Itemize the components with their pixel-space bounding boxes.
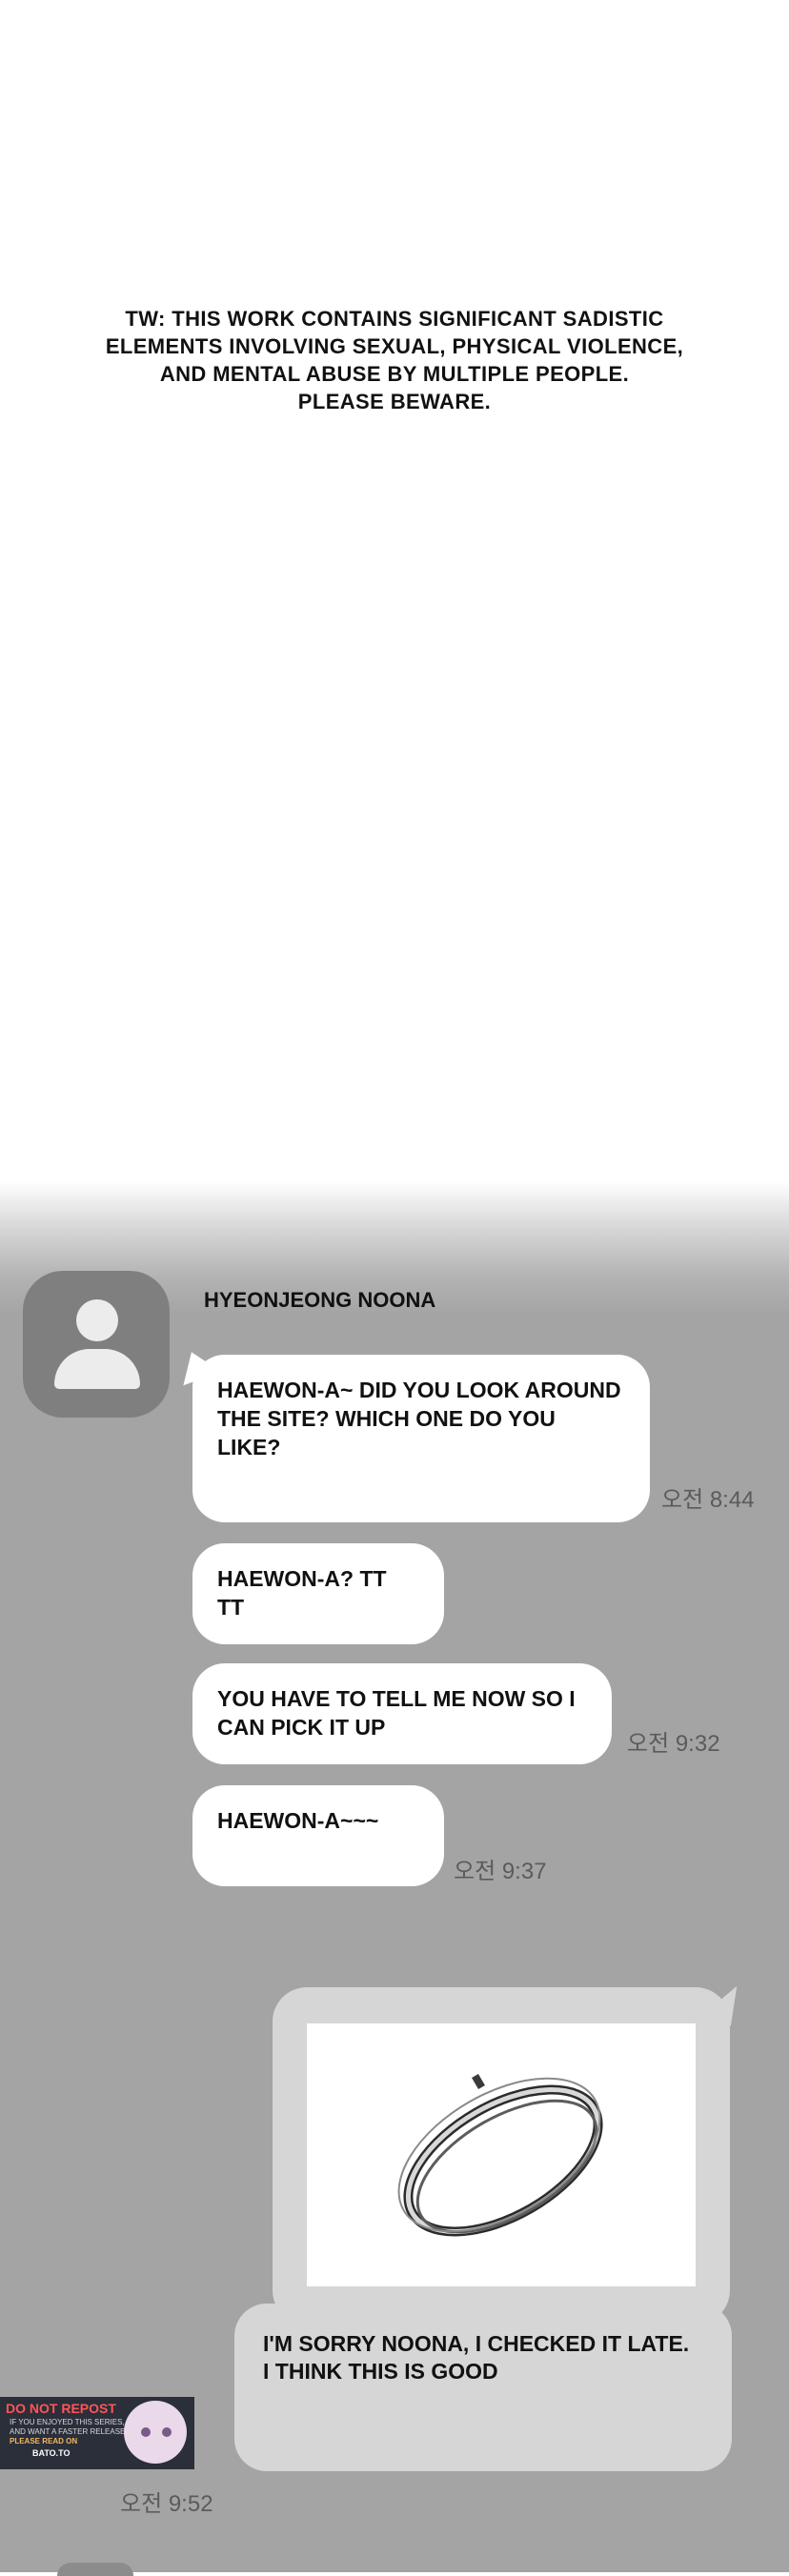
avatar [23,1271,170,1418]
bracelet-icon [397,2073,603,2237]
user-icon-body [54,1349,140,1389]
message-line: I THINK THIS IS GOOD [263,2359,498,2384]
warning-line: PLEASE BEWARE. [297,390,492,413]
do-not-repost-banner[interactable]: DO NOT REPOST IF YOU ENJOYED THIS SERIES… [0,2397,194,2469]
message-line: I'M SORRY NOONA, I CHECKED IT LATE. [263,2331,690,2356]
next-avatar-edge [57,2563,133,2576]
message-line: HAEWON-A? TT TT [217,1566,387,1620]
message-bubble: HAEWON-A? TT TT [192,1543,444,1644]
banner-site: BATO.TO [32,2448,71,2458]
webtoon-page: TW: THIS WORK CONTAINS SIGNIFICANT SADIS… [0,0,789,2576]
message-line: YOU HAVE TO TELL ME NOW SO I [217,1686,576,1711]
message-line: LIKE? [217,1435,281,1459]
reply-bubble: I'M SORRY NOONA, I CHECKED IT LATE. I TH… [234,2304,732,2471]
user-icon-head [76,1299,118,1341]
message-bubble: HAEWON-A~~~ [192,1785,444,1886]
eye-icon [141,2427,151,2437]
message-line: CAN PICK IT UP [217,1715,386,1740]
message-timestamp: 오전 8:44 [661,1487,755,1513]
character-art-icon [124,2401,187,2464]
message-timestamp: 오전 9:32 [627,1731,720,1757]
warning-line: ELEMENTS INVOLVING SEXUAL, PHYSICAL VIOL… [105,334,684,358]
message-bubble: YOU HAVE TO TELL ME NOW SO I CAN PICK IT… [192,1663,612,1764]
trigger-warning: TW: THIS WORK CONTAINS SIGNIFICANT SADIS… [61,305,728,415]
banner-title: DO NOT REPOST [6,2401,116,2416]
warning-line: TW: THIS WORK CONTAINS SIGNIFICANT SADIS… [125,307,664,331]
message-timestamp: 오전 9:37 [454,1859,547,1884]
message-timestamp: 오전 9:52 [120,2491,213,2517]
message-line: THE SITE? WHICH ONE DO YOU [217,1406,556,1431]
banner-text: AND WANT A FASTER RELEASE [10,2427,126,2436]
warning-line: AND MENTAL ABUSE BY MULTIPLE PEOPLE. [159,362,630,386]
banner-text: IF YOU ENJOYED THIS SERIES, [10,2418,125,2426]
bracelet-photo[interactable] [307,2023,696,2286]
sender-name: HYEONJEONG NOONA [204,1288,436,1312]
message-line: HAEWON-A~ DID YOU LOOK AROUND [217,1378,621,1402]
eye-icon [162,2427,172,2437]
banner-text: PLEASE READ ON [10,2437,78,2445]
warning-section: TW: THIS WORK CONTAINS SIGNIFICANT SADIS… [0,0,789,1181]
message-line: HAEWON-A~~~ [217,1808,379,1833]
message-bubble: HAEWON-A~ DID YOU LOOK AROUND THE SITE? … [192,1355,650,1522]
